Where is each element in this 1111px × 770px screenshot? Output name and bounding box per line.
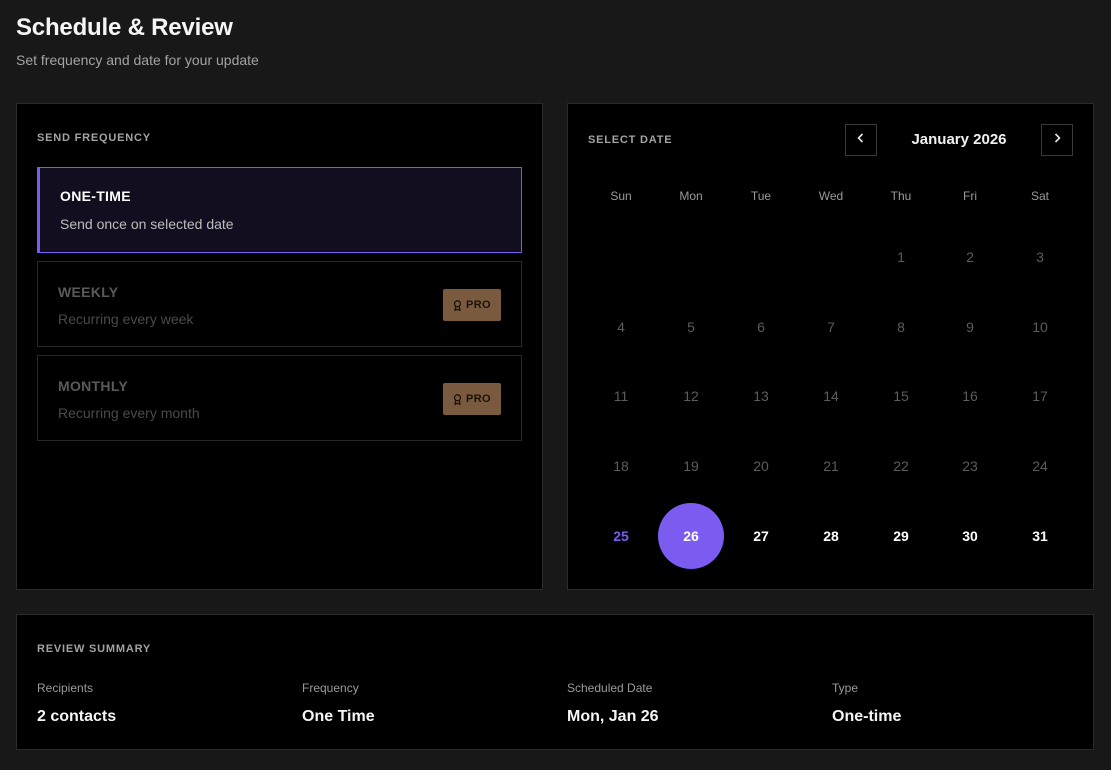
review-summary-panel: REVIEW SUMMARY Recipients 2 contacts Fre… bbox=[16, 614, 1094, 750]
summary-label: Frequency bbox=[302, 681, 359, 695]
send-frequency-label: SEND FREQUENCY bbox=[37, 132, 151, 144]
calendar-day: 7 bbox=[827, 319, 835, 335]
calendar-day[interactable]: 27 bbox=[728, 503, 794, 569]
page-title: Schedule & Review bbox=[16, 14, 233, 41]
summary-recipients: Recipients 2 contacts bbox=[37, 681, 116, 726]
calendar-day: 16 bbox=[962, 388, 978, 404]
summary-label: Type bbox=[832, 681, 859, 695]
calendar-day: 6 bbox=[757, 319, 765, 335]
calendar-day: 8 bbox=[897, 319, 905, 335]
chevron-left-icon bbox=[856, 131, 866, 149]
weekday-wed: Wed bbox=[818, 189, 844, 203]
weekday-mon: Mon bbox=[679, 189, 703, 203]
frequency-option-title: ONE-TIME bbox=[60, 188, 131, 204]
chevron-right-icon bbox=[1052, 131, 1062, 149]
calendar-day: 10 bbox=[1032, 319, 1048, 335]
calendar-day: 1 bbox=[897, 249, 905, 265]
pro-badge: PRO bbox=[443, 289, 501, 321]
calendar-day: 14 bbox=[823, 388, 839, 404]
frequency-option-description: Recurring every week bbox=[58, 311, 194, 327]
send-frequency-panel: SEND FREQUENCY ONE-TIME Send once on sel… bbox=[16, 103, 543, 590]
frequency-option-weekly[interactable]: WEEKLY Recurring every week PRO bbox=[37, 261, 522, 347]
calendar-day: 3 bbox=[1036, 249, 1044, 265]
previous-month-button[interactable] bbox=[845, 124, 877, 156]
calendar-day-selected[interactable]: 26 bbox=[658, 503, 724, 569]
calendar-day: 5 bbox=[687, 319, 695, 335]
weekday-sun: Sun bbox=[610, 189, 632, 203]
calendar-day: 17 bbox=[1032, 388, 1048, 404]
pro-badge-label: PRO bbox=[465, 299, 492, 311]
frequency-option-description: Recurring every month bbox=[58, 405, 200, 421]
review-summary-label: REVIEW SUMMARY bbox=[37, 643, 152, 655]
calendar-day-today: 25 bbox=[613, 528, 629, 544]
calendar-day: 11 bbox=[613, 388, 629, 404]
calendar-day[interactable]: 30 bbox=[937, 503, 1003, 569]
calendar-day: 20 bbox=[753, 458, 769, 474]
pro-badge: PRO bbox=[443, 383, 501, 415]
calendar-day: 4 bbox=[617, 319, 625, 335]
weekday-thu: Thu bbox=[890, 189, 912, 203]
month-label: January 2026 bbox=[911, 131, 1007, 148]
calendar-day: 18 bbox=[613, 458, 629, 474]
select-date-panel: SELECT DATE January 2026 Sun Mon Tue Wed Thu… bbox=[567, 103, 1094, 590]
calendar-day: 12 bbox=[683, 388, 699, 404]
summary-scheduled-date: Scheduled Date Mon, Jan 26 bbox=[567, 681, 659, 726]
pro-badge-label: PRO bbox=[465, 393, 492, 405]
page-subtitle: Set frequency and date for your update bbox=[16, 52, 259, 68]
summary-frequency: Frequency One Time bbox=[302, 681, 375, 726]
calendar-day: 24 bbox=[1032, 458, 1048, 474]
summary-value: One-time bbox=[832, 708, 902, 725]
calendar-day: 22 bbox=[893, 458, 909, 474]
weekday-sat: Sat bbox=[1030, 189, 1049, 203]
frequency-option-title: MONTHLY bbox=[58, 378, 129, 394]
weekday-tue: Tue bbox=[750, 189, 772, 203]
select-date-label: SELECT DATE bbox=[588, 134, 673, 146]
summary-label: Scheduled Date bbox=[567, 681, 653, 695]
calendar-day: 15 bbox=[893, 388, 909, 404]
calendar-day: 2 bbox=[966, 249, 974, 265]
frequency-option-one-time[interactable]: ONE-TIME Send once on selected date bbox=[37, 167, 522, 253]
next-month-button[interactable] bbox=[1041, 124, 1073, 156]
calendar-day[interactable]: 28 bbox=[798, 503, 864, 569]
frequency-option-monthly[interactable]: MONTHLY Recurring every month PRO bbox=[37, 355, 522, 441]
calendar-day: 13 bbox=[753, 388, 769, 404]
calendar-day: 19 bbox=[683, 458, 699, 474]
summary-value: Mon, Jan 26 bbox=[567, 708, 659, 725]
frequency-option-title: WEEKLY bbox=[58, 284, 119, 300]
summary-type: Type One-time bbox=[832, 681, 901, 726]
calendar-day[interactable]: 29 bbox=[868, 503, 934, 569]
calendar-day: 23 bbox=[962, 458, 978, 474]
calendar-day: 21 bbox=[823, 458, 839, 474]
award-icon bbox=[453, 299, 462, 311]
summary-value: 2 contacts bbox=[37, 708, 117, 725]
summary-label: Recipients bbox=[37, 681, 94, 695]
frequency-option-description: Send once on selected date bbox=[60, 216, 234, 232]
weekday-fri: Fri bbox=[963, 189, 977, 203]
summary-value: One Time bbox=[302, 708, 375, 725]
award-icon bbox=[453, 393, 462, 405]
calendar-day[interactable]: 31 bbox=[1007, 503, 1073, 569]
calendar-day: 9 bbox=[966, 319, 974, 335]
